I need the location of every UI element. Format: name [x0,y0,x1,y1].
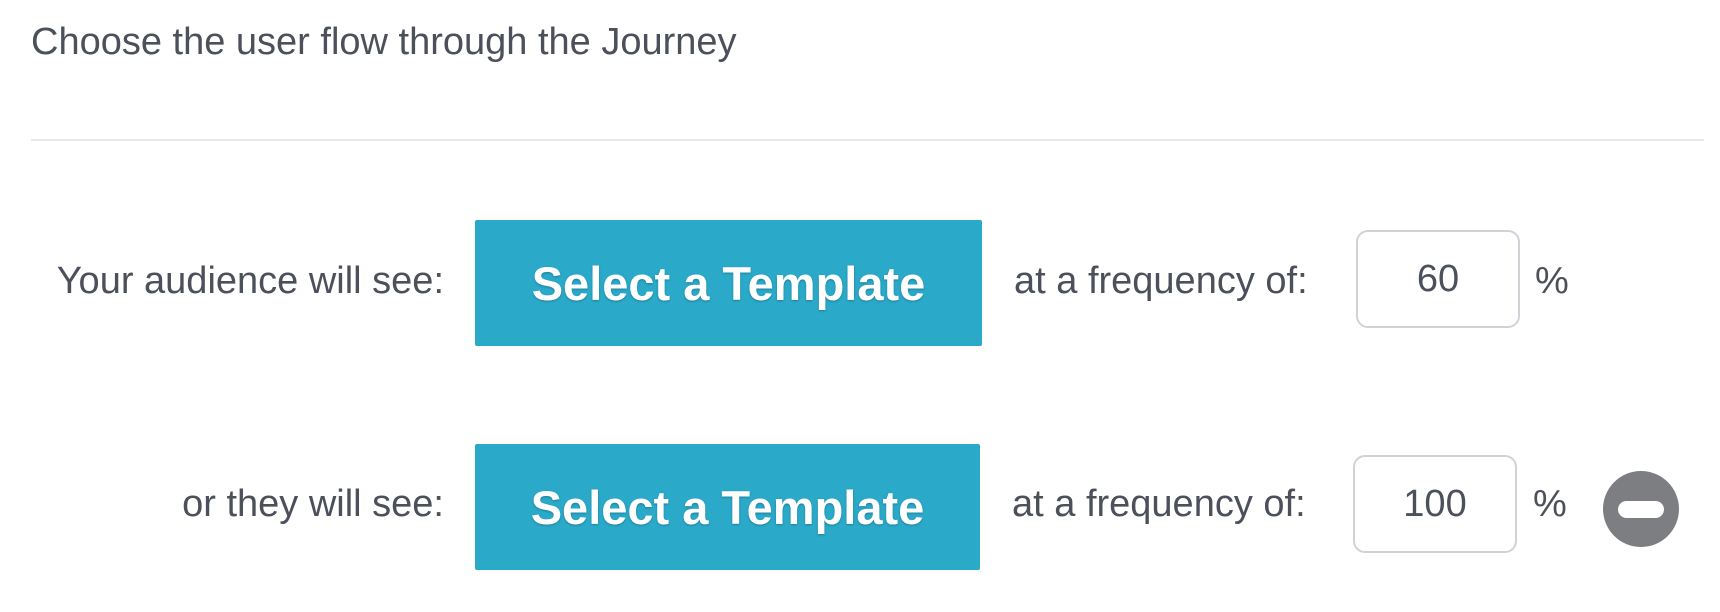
flow-heading: Choose the user flow through the Journey [31,21,737,63]
row-2-percent: % [1533,483,1567,525]
row-1-frequency-label: at a frequency of: [1014,260,1308,302]
row-2-frequency-label: at a frequency of: [1012,483,1306,525]
row-1-percent: % [1535,260,1569,302]
divider [31,139,1704,141]
frequency-input-2[interactable] [1353,455,1517,553]
minus-circle-icon[interactable] [1603,471,1679,547]
minus-bar [1618,500,1664,518]
row-1-label: Your audience will see: [56,260,444,302]
select-template-button-1[interactable]: Select a Template [475,220,982,346]
frequency-input-1[interactable] [1356,230,1520,328]
select-template-button-2[interactable]: Select a Template [475,444,980,570]
row-2-label: or they will see: [182,483,444,525]
